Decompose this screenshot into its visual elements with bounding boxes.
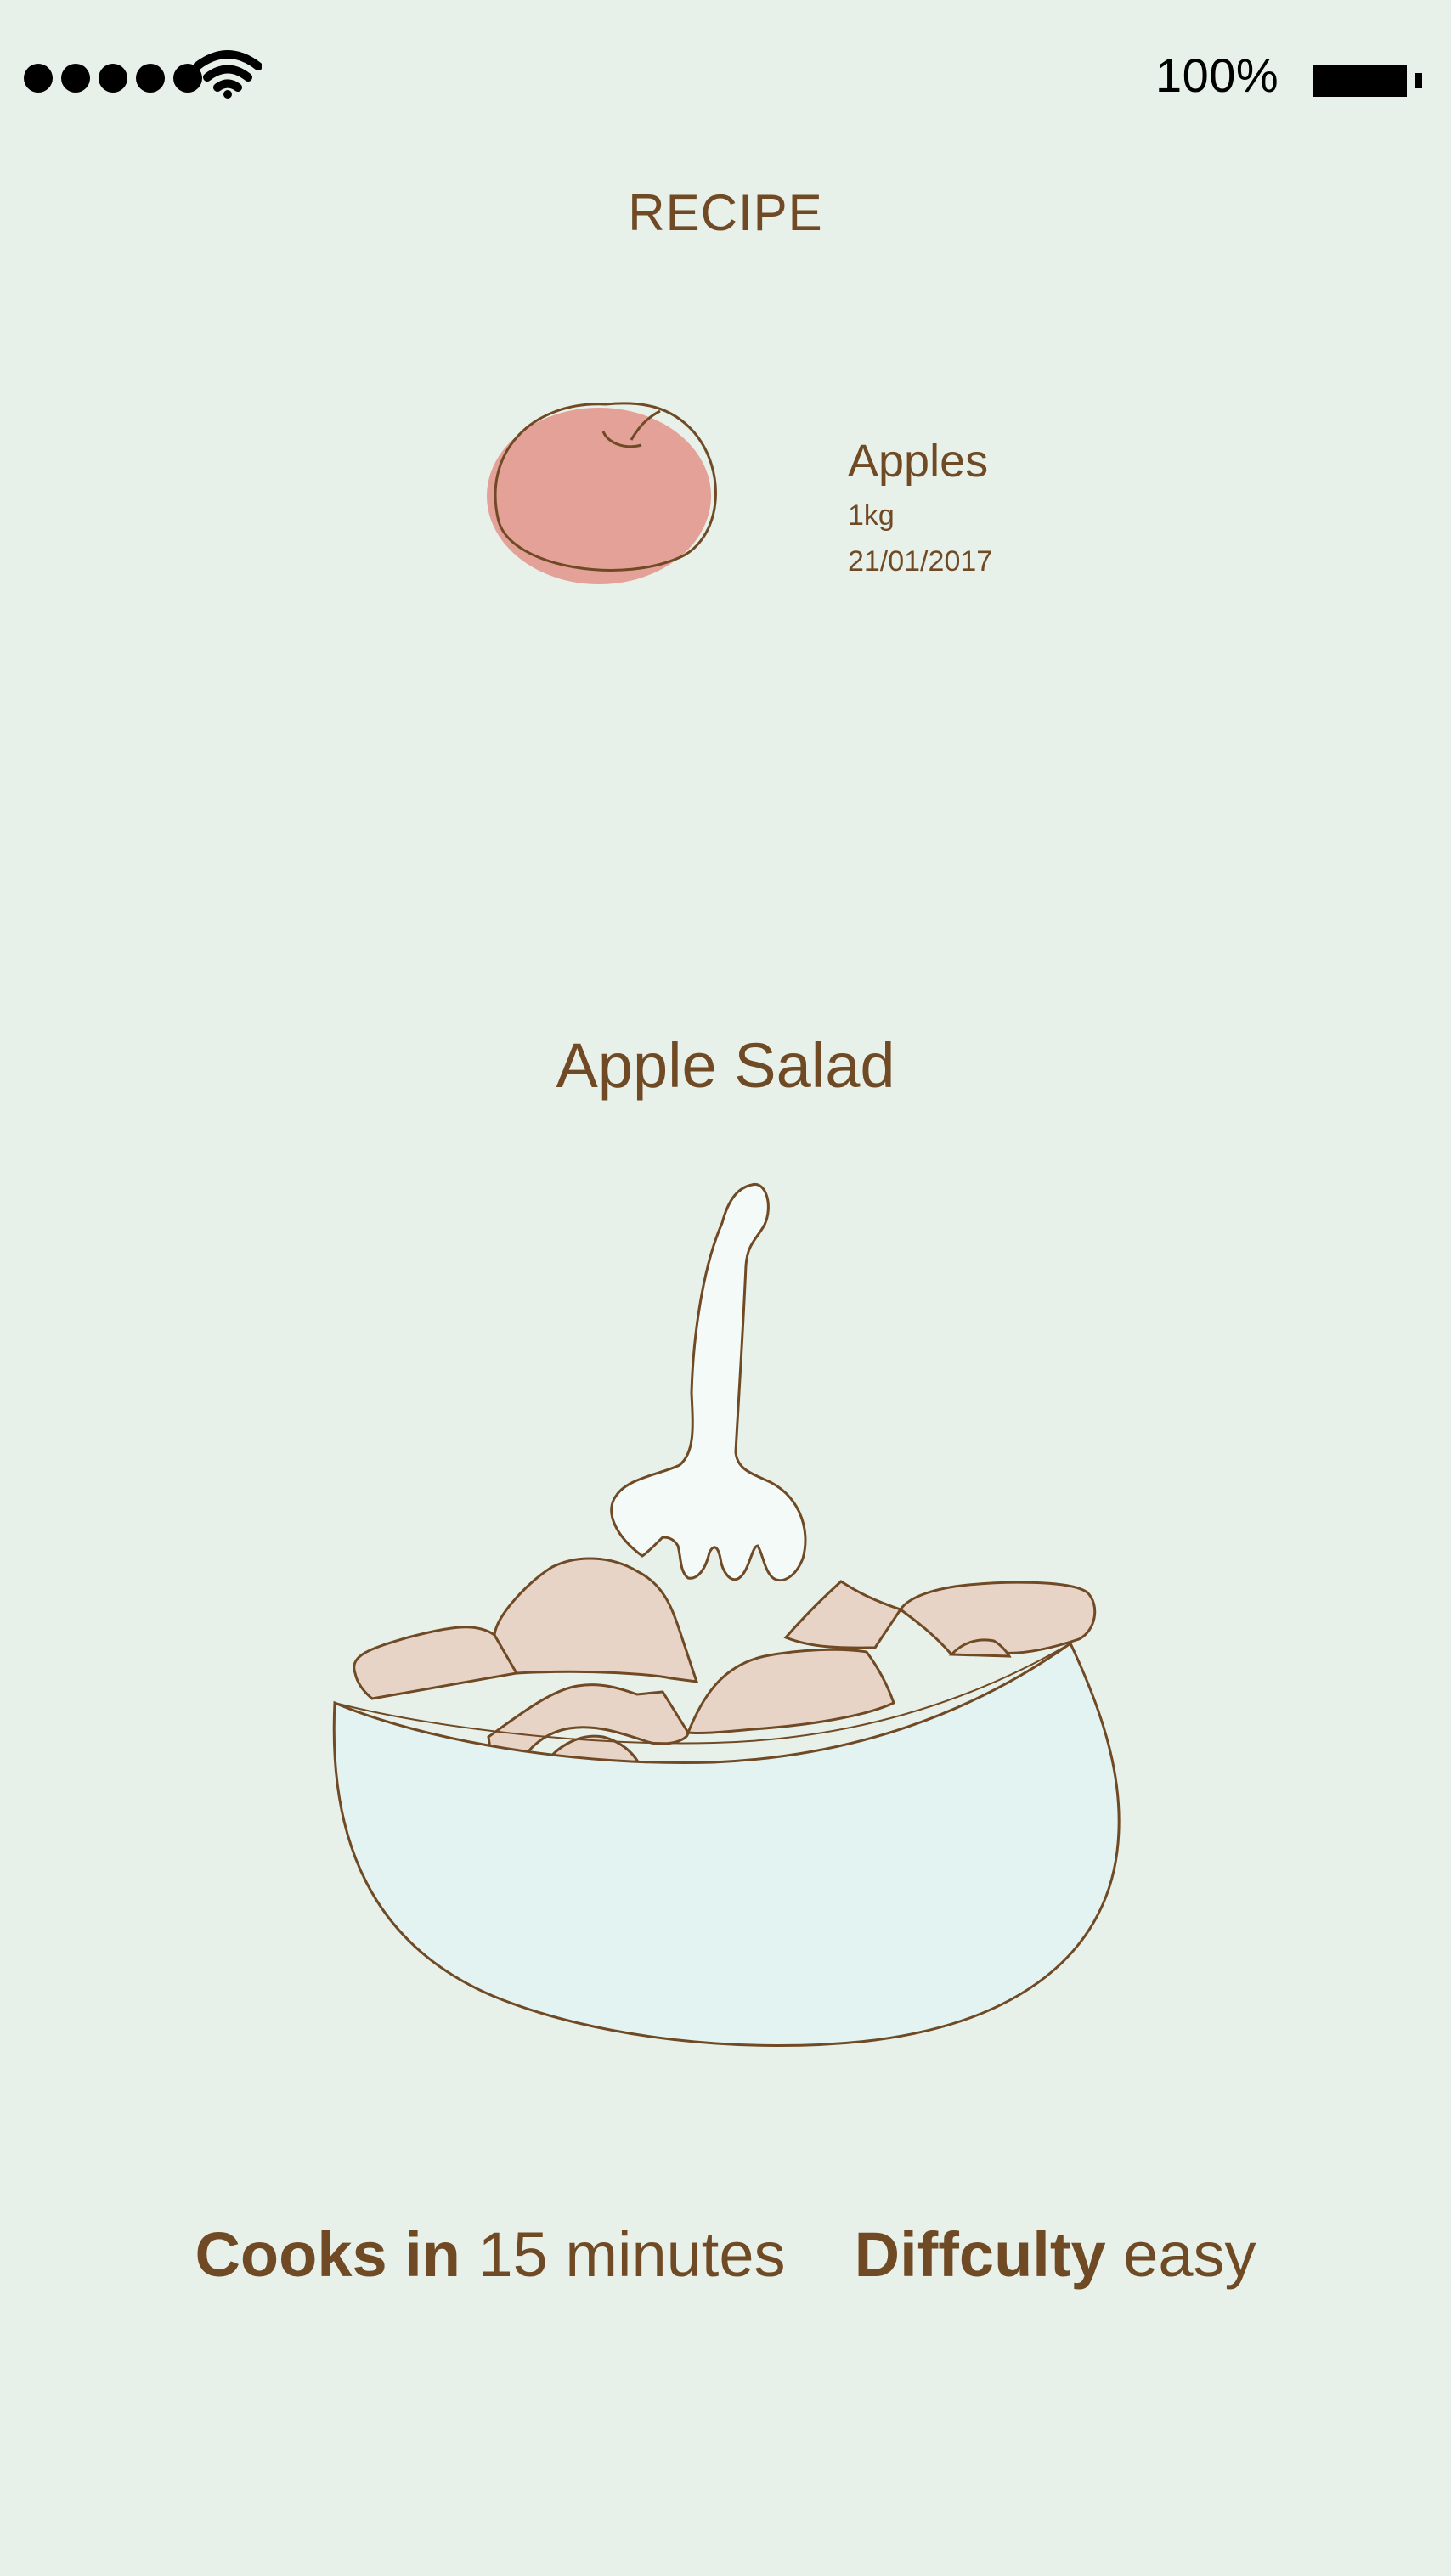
salad-bowl-illustration bbox=[332, 1183, 1121, 2047]
status-bar: 100% bbox=[0, 0, 1451, 153]
ingredient-quantity: 1kg bbox=[848, 499, 895, 532]
apple-icon bbox=[487, 402, 717, 584]
page-title: RECIPE bbox=[628, 184, 823, 241]
difficulty-label: Diffculty bbox=[854, 2219, 1106, 2290]
cook-time-label: Cooks in bbox=[195, 2219, 460, 2290]
cook-time-value: 15 minutes bbox=[477, 2219, 786, 2290]
dish-title: Apple Salad bbox=[556, 1030, 895, 1101]
ingredient-date: 21/01/2017 bbox=[848, 545, 993, 578]
signal-dots-icon bbox=[24, 64, 202, 93]
recipe-meta: Cooks in 15 minutes Diffculty easy bbox=[0, 2218, 1451, 2291]
wifi-icon bbox=[194, 50, 262, 99]
difficulty-value: easy bbox=[1123, 2219, 1256, 2290]
battery-percentage: 100% bbox=[1155, 48, 1279, 102]
ingredient-name: Apples bbox=[848, 436, 989, 487]
battery-full-icon bbox=[1313, 65, 1422, 97]
